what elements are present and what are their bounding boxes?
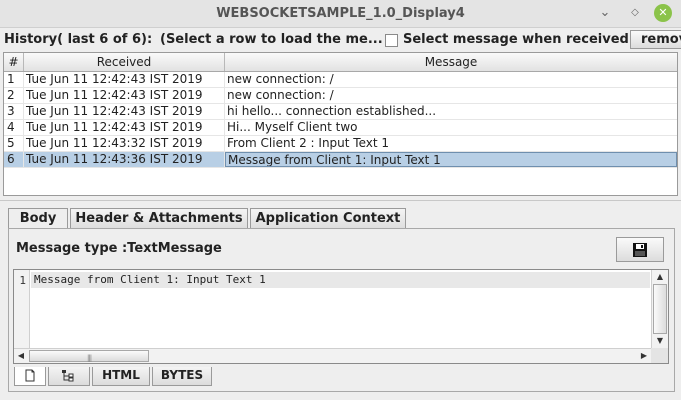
vertical-scrollbar[interactable]: ▲ ▼ (651, 270, 668, 348)
horizontal-scroll-thumb[interactable]: ||| (29, 350, 149, 362)
row-number: 2 (4, 88, 24, 103)
scroll-right-arrow-icon[interactable]: ▶ (637, 349, 651, 363)
title-bar: WEBSOCKETSAMPLE_1.0_Display4 ⌄ ◇ ✕ (0, 0, 681, 28)
table-body: 1 Tue Jun 11 12:42:43 IST 2019 new conne… (4, 72, 677, 168)
editor-line[interactable]: Message from Client 1: Input Text 1 (31, 272, 650, 288)
table-row[interactable]: 2 Tue Jun 11 12:42:43 IST 2019 new conne… (4, 88, 677, 104)
history-label: History( last 6 of 6): (4, 32, 153, 47)
history-toolbar: History( last 6 of 6): (Select a row to … (0, 28, 681, 50)
tab-header-attachments[interactable]: Header & Attachments (70, 208, 248, 228)
body-panel: Message type :TextMessage 1 Message from… (8, 228, 675, 392)
row-number: 4 (4, 120, 24, 135)
row-number: 6 (4, 152, 24, 167)
scroll-corner (651, 348, 668, 363)
table-header: # Received Message (4, 53, 677, 72)
text-view-icon (25, 369, 35, 382)
row-number: 3 (4, 104, 24, 119)
tab-html[interactable]: HTML (92, 367, 150, 386)
tab-application-context[interactable]: Application Context (250, 208, 406, 228)
row-message: Message from Client 1: Input Text 1 (225, 152, 677, 167)
table-row-selected[interactable]: 6 Tue Jun 11 12:43:36 IST 2019 Message f… (4, 152, 677, 168)
table-row[interactable]: 4 Tue Jun 11 12:42:43 IST 2019 Hi... Mys… (4, 120, 677, 136)
row-message: From Client 2 : Input Text 1 (227, 136, 390, 150)
select-when-received-checkbox[interactable] (385, 34, 398, 47)
tree-view-icon (62, 370, 74, 382)
column-header-number[interactable]: # (4, 53, 24, 71)
save-icon (633, 242, 647, 257)
row-message: hi hello... connection established... (227, 104, 437, 118)
history-table: # Received Message 1 Tue Jun 11 12:42:43… (3, 52, 678, 196)
row-number: 1 (4, 72, 24, 87)
message-editor[interactable]: 1 Message from Client 1: Input Text 1 ▲ … (13, 269, 669, 364)
scroll-up-arrow-icon[interactable]: ▲ (652, 270, 668, 284)
remove-button[interactable]: remov (630, 30, 681, 49)
column-header-received[interactable]: Received (24, 53, 225, 71)
row-received: Tue Jun 11 12:42:43 IST 2019 (24, 104, 225, 119)
save-button[interactable] (616, 237, 664, 262)
row-received: Tue Jun 11 12:42:43 IST 2019 (24, 72, 225, 87)
table-row[interactable]: 1 Tue Jun 11 12:42:43 IST 2019 new conne… (4, 72, 677, 88)
row-number: 5 (4, 136, 24, 151)
message-type-label: Message type :TextMessage (16, 241, 222, 256)
row-received: Tue Jun 11 12:42:43 IST 2019 (24, 120, 225, 135)
window-title: WEBSOCKETSAMPLE_1.0_Display4 (216, 6, 465, 21)
column-header-message[interactable]: Message (225, 53, 677, 71)
minimize-button[interactable]: ⌄ (596, 4, 614, 22)
table-row[interactable]: 3 Tue Jun 11 12:42:43 IST 2019 hi hello.… (4, 104, 677, 120)
row-message: Hi... Myself Client two (227, 120, 358, 134)
vertical-scroll-thumb[interactable] (653, 284, 667, 334)
tab-body[interactable]: Body (8, 208, 68, 229)
scroll-down-arrow-icon[interactable]: ▼ (652, 334, 668, 348)
row-received: Tue Jun 11 12:43:36 IST 2019 (24, 152, 225, 167)
select-when-received-label[interactable]: Select message when received (403, 32, 629, 47)
tab-tree-view[interactable] (48, 367, 90, 386)
row-message: new connection: / (227, 72, 334, 86)
scroll-left-arrow-icon[interactable]: ◀ (14, 349, 28, 363)
split-pane-divider[interactable] (0, 200, 681, 204)
grip-icon: ||| (87, 354, 92, 362)
line-number-gutter: 1 (14, 270, 30, 348)
horizontal-scrollbar[interactable]: ◀ ||| ▶ (14, 348, 651, 363)
tab-bytes[interactable]: BYTES (152, 367, 212, 386)
select-row-hint: (Select a row to load the me... (160, 32, 383, 47)
tab-text-view[interactable] (14, 367, 46, 386)
maximize-button[interactable]: ◇ (626, 4, 644, 22)
row-received: Tue Jun 11 12:42:43 IST 2019 (24, 88, 225, 103)
row-message: new connection: / (227, 88, 334, 102)
row-received: Tue Jun 11 12:43:32 IST 2019 (24, 136, 225, 151)
table-row[interactable]: 5 Tue Jun 11 12:43:32 IST 2019 From Clie… (4, 136, 677, 152)
close-button[interactable]: ✕ (654, 4, 672, 22)
